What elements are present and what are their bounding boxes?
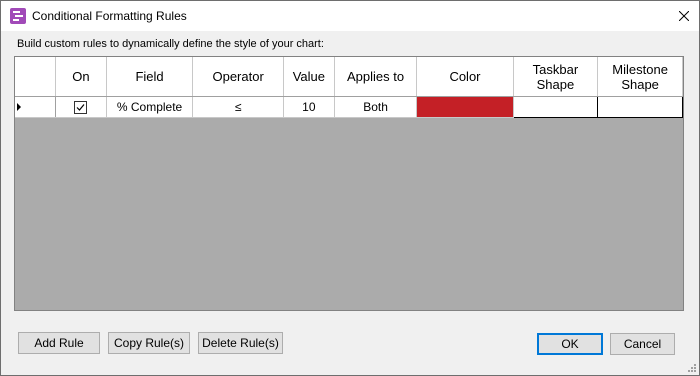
copy-rules-button[interactable]: Copy Rule(s): [108, 332, 190, 354]
column-header-color[interactable]: Color: [416, 57, 514, 97]
dialog-description: Build custom rules to dynamically define…: [17, 38, 324, 50]
cell-color[interactable]: [416, 96, 514, 118]
column-header-value[interactable]: Value: [283, 57, 335, 97]
enabled-checkbox[interactable]: [74, 101, 88, 115]
header-row: On Field Operator Value Applies to Color…: [15, 57, 683, 97]
window-title: Conditional Formatting Rules: [32, 9, 187, 23]
taskbar-shape-label-line2: Shape: [536, 76, 575, 92]
column-header-operator[interactable]: Operator: [192, 57, 284, 97]
taskbar-shape-label-line1: Taskbar: [532, 61, 579, 77]
delete-rules-button[interactable]: Delete Rule(s): [198, 332, 283, 354]
add-rule-button[interactable]: Add Rule: [18, 332, 100, 354]
column-header-taskbar-shape[interactable]: Taskbar Shape: [513, 57, 599, 97]
app-icon: [10, 8, 26, 24]
column-header-field[interactable]: Field: [106, 57, 194, 97]
rules-grid[interactable]: On Field Operator Value Applies to Color…: [14, 56, 684, 311]
cancel-button[interactable]: Cancel: [610, 333, 675, 355]
title-bar[interactable]: Conditional Formatting Rules: [1, 1, 699, 31]
close-icon: [679, 11, 689, 21]
milestone-shape-label-line1: Milestone: [612, 61, 668, 77]
table-row[interactable]: % Complete ≤ 10 Both: [15, 96, 683, 118]
cell-milestone-shape[interactable]: [597, 96, 683, 118]
dialog-window: Conditional Formatting Rules Build custo…: [0, 0, 700, 376]
checkmark-icon: [76, 104, 85, 112]
cell-field[interactable]: % Complete: [106, 96, 194, 118]
cell-value[interactable]: 10: [283, 96, 335, 118]
resize-grip-icon[interactable]: [687, 363, 697, 373]
milestone-shape-label-line2: Shape: [621, 76, 659, 92]
close-button[interactable]: [669, 1, 699, 31]
color-swatch: [417, 97, 513, 117]
cell-operator[interactable]: ≤: [192, 96, 284, 118]
ok-button[interactable]: OK: [537, 333, 603, 355]
column-header-applies-to[interactable]: Applies to: [334, 57, 418, 97]
cell-applies-to[interactable]: Both: [334, 96, 418, 118]
cell-on[interactable]: [55, 96, 107, 118]
current-row-arrow-icon: [17, 103, 21, 111]
column-header-on[interactable]: On: [55, 57, 107, 97]
row-selector[interactable]: [15, 96, 57, 118]
row-header-corner: [15, 57, 57, 97]
rules-table: On Field Operator Value Applies to Color…: [15, 57, 683, 118]
cell-taskbar-shape[interactable]: [512, 96, 599, 118]
column-header-milestone-shape[interactable]: Milestone Shape: [597, 57, 683, 97]
